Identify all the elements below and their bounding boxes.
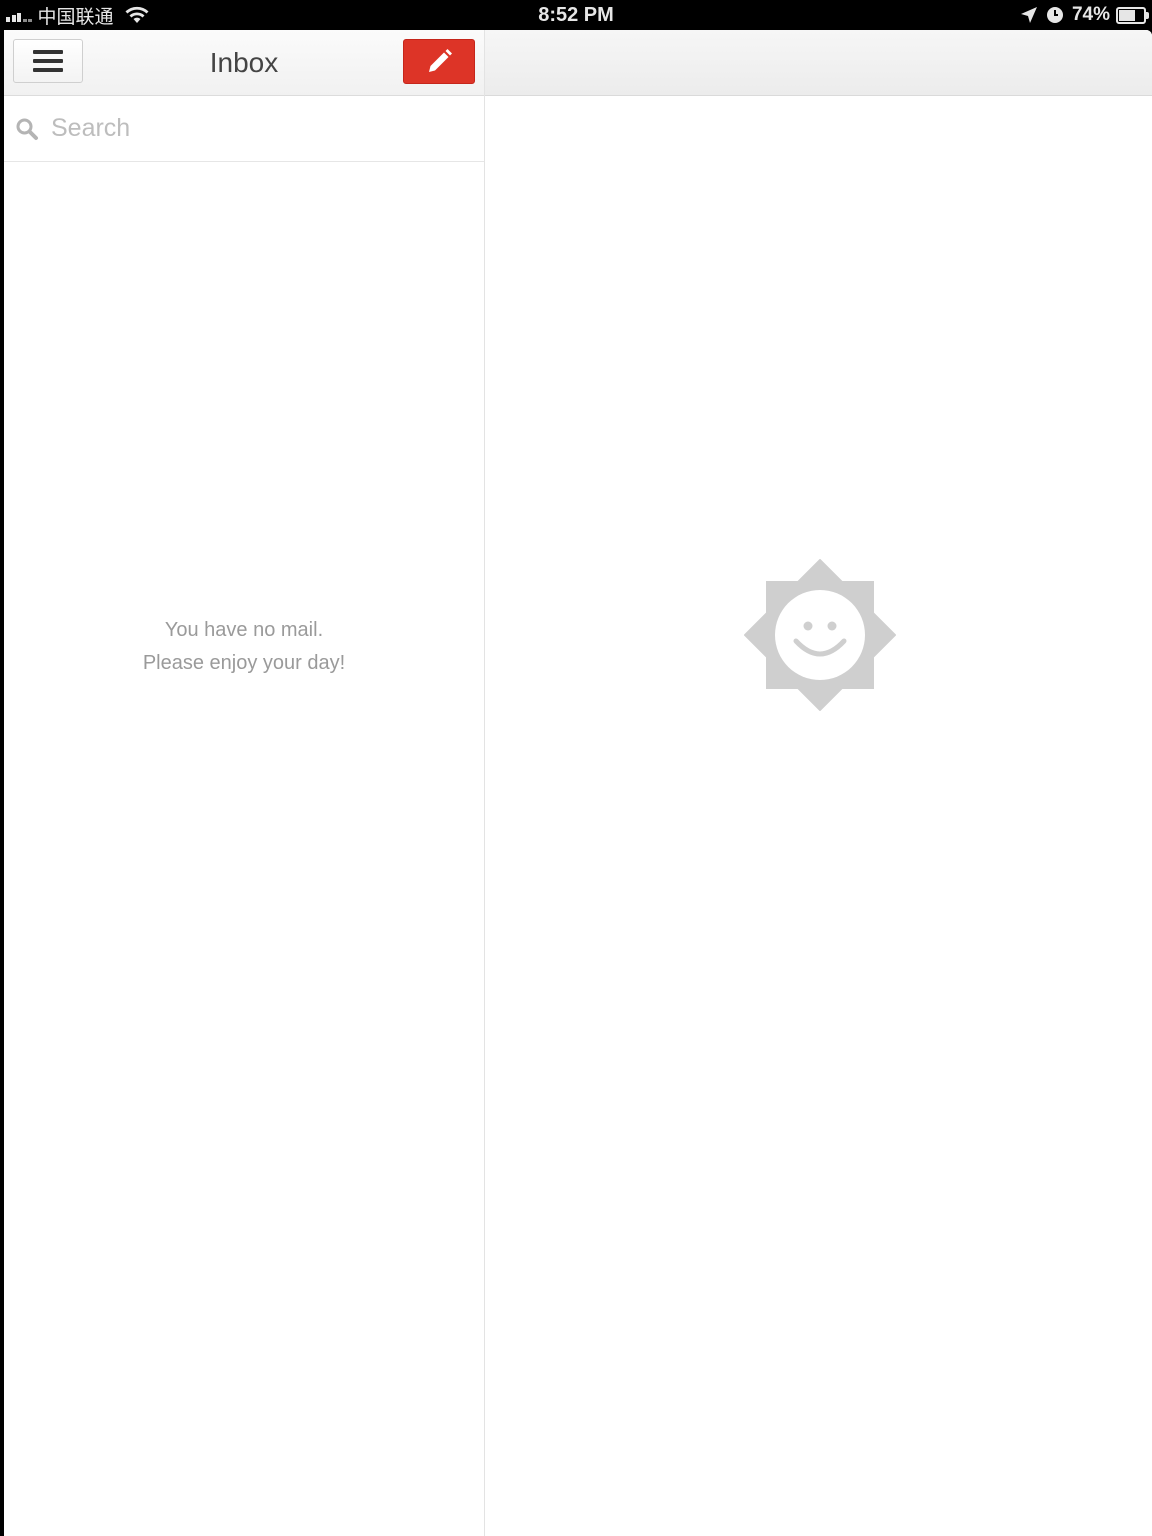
search-input[interactable] [49, 113, 453, 144]
message-detail-pane [485, 30, 1152, 1536]
battery-level [1119, 9, 1136, 21]
compose-button[interactable] [403, 39, 475, 84]
detail-toolbar [485, 30, 1152, 96]
search-bar [4, 96, 484, 162]
mail-app: Inbox You have no mail. Please enjoy you… [4, 30, 1152, 1536]
status-bar: 中国联通 8:52 PM 74% [0, 0, 1152, 30]
message-list-pane: Inbox You have no mail. Please enjoy you… [4, 30, 485, 1536]
location-arrow-icon [1020, 7, 1037, 23]
status-right: 74% [1020, 0, 1149, 30]
list-toolbar: Inbox [4, 30, 484, 96]
pencil-icon [429, 48, 452, 72]
clock-icon [1046, 7, 1063, 23]
battery-percent: 74% [1071, 4, 1110, 25]
empty-message-line-2: Please enjoy your day! [142, 652, 346, 674]
search-icon [16, 118, 38, 140]
battery-icon [1116, 6, 1149, 24]
empty-message-line-1: You have no mail. [164, 619, 324, 641]
smiling-sun-icon [744, 559, 896, 711]
empty-inbox-message: You have no mail. Please enjoy your day! [4, 614, 484, 680]
status-time: 8:52 PM [538, 4, 614, 26]
